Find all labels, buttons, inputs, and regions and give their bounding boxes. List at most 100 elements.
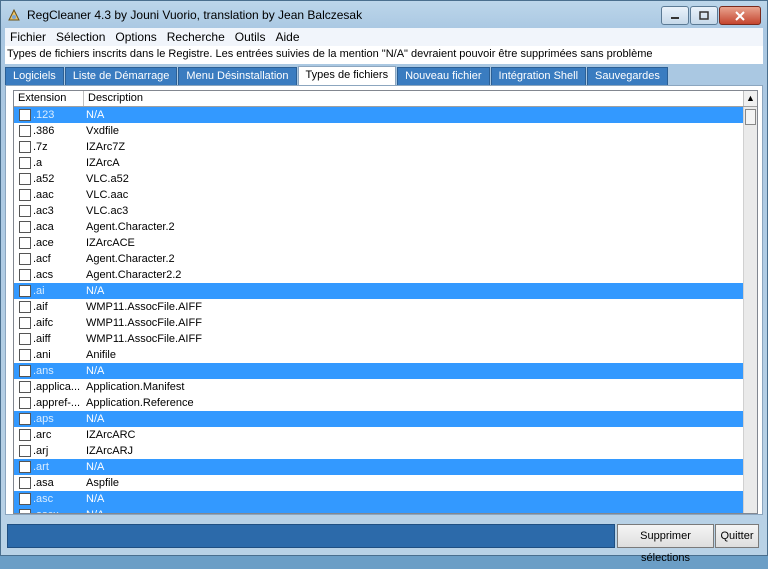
close-button[interactable] [719,6,761,25]
row-checkbox[interactable] [19,333,31,345]
row-extension: .acf [33,253,51,265]
row-checkbox[interactable] [19,349,31,361]
row-description: IZArcA [86,157,120,169]
scrollbar-thumb[interactable] [745,109,756,125]
menu-fichier[interactable]: Fichier [5,30,51,44]
list-item[interactable]: .aif WMP11.AssocFile.AIFF [14,299,744,315]
row-extension: .aifc [33,317,54,329]
quit-button[interactable]: Quitter [715,524,759,548]
menu-outils[interactable]: Outils [230,30,271,44]
list-item[interactable]: .arc IZArcARC [14,427,744,443]
row-checkbox[interactable] [19,509,31,513]
menu-bar: Fichier Sélection Options Recherche Outi… [5,28,763,46]
status-bar [7,524,615,548]
row-description: VLC.ac3 [86,205,129,217]
list-item[interactable]: .art N/A [14,459,744,475]
list-item[interactable]: .aac VLC.aac [14,187,744,203]
row-checkbox[interactable] [19,125,31,137]
row-description: VLC.aac [86,189,129,201]
row-checkbox[interactable] [19,365,31,377]
row-checkbox[interactable] [19,269,31,281]
minimize-button[interactable] [661,6,689,25]
tab-logiciels[interactable]: Logiciels [5,67,64,85]
row-extension: .acs [33,269,54,281]
column-header-description[interactable]: Description [84,91,744,106]
list-item[interactable]: .123 N/A [14,107,744,123]
column-header-extension[interactable]: Extension [14,91,84,106]
menu-recherche[interactable]: Recherche [162,30,230,44]
row-checkbox[interactable] [19,397,31,409]
scroll-up-icon[interactable]: ▲ [743,91,757,106]
row-description: WMP11.AssocFile.AIFF [86,317,202,329]
list-item[interactable]: .aiff WMP11.AssocFile.AIFF [14,331,744,347]
list-item[interactable]: .acs Agent.Character2.2 [14,267,744,283]
row-extension: .aca [33,221,54,233]
row-checkbox[interactable] [19,381,31,393]
row-checkbox[interactable] [19,461,31,473]
row-checkbox[interactable] [19,317,31,329]
list-item[interactable]: .asc N/A [14,491,744,507]
list-item[interactable]: .ac3 VLC.ac3 [14,203,744,219]
tab-liste-demarrage[interactable]: Liste de Démarrage [64,67,178,85]
row-checkbox[interactable] [19,429,31,441]
menu-aide[interactable]: Aide [270,30,304,44]
list-item[interactable]: .ace IZArcACE [14,235,744,251]
list-item[interactable]: .ani Anifile [14,347,744,363]
tab-menu-desinstallation[interactable]: Menu Désinstallation [178,67,297,85]
list-item[interactable]: .acf Agent.Character.2 [14,251,744,267]
row-checkbox[interactable] [19,301,31,313]
vertical-scrollbar[interactable] [743,107,757,513]
row-description: Agent.Character2.2 [86,269,182,281]
tab-nouveau-fichier[interactable]: Nouveau fichier [397,67,490,85]
tab-sauvegardes[interactable]: Sauvegardes [587,67,668,85]
row-checkbox[interactable] [19,109,31,121]
row-description: Vxdfile [86,125,120,137]
list-item[interactable]: .a52 VLC.a52 [14,171,744,187]
tab-integration-shell[interactable]: Intégration Shell [490,67,587,85]
list-item[interactable]: .aifc WMP11.AssocFile.AIFF [14,315,744,331]
row-checkbox[interactable] [19,253,31,265]
row-extension: .arj [33,445,49,457]
close-icon [735,10,745,21]
list-item[interactable]: .aca Agent.Character.2 [14,219,744,235]
row-checkbox[interactable] [19,285,31,297]
row-extension: .ace [33,237,54,249]
menu-options[interactable]: Options [110,30,161,44]
row-description: N/A [86,461,105,473]
row-description: Anifile [86,349,116,361]
row-extension: .a52 [33,173,55,185]
row-checkbox[interactable] [19,141,31,153]
row-checkbox[interactable] [19,413,31,425]
row-checkbox[interactable] [19,173,31,185]
row-checkbox[interactable] [19,477,31,489]
app-window: RegCleaner 4.3 by Jouni Vuorio, translat… [0,0,768,564]
row-checkbox[interactable] [19,205,31,217]
row-checkbox[interactable] [19,237,31,249]
list-item[interactable]: .a IZArcA [14,155,744,171]
list-item[interactable]: .asa Aspfile [14,475,744,491]
row-description: IZArcARJ [86,445,134,457]
row-checkbox[interactable] [19,189,31,201]
row-checkbox[interactable] [19,445,31,457]
row-checkbox[interactable] [19,157,31,169]
list-item[interactable]: .ai N/A [14,283,744,299]
list-item[interactable]: .7z IZArc7Z [14,139,744,155]
list-item[interactable]: .arj IZArcARJ [14,443,744,459]
row-description: N/A [86,507,104,513]
row-extension: .aac [33,189,54,201]
row-checkbox[interactable] [19,493,31,505]
row-extension: .a [33,157,43,169]
list-item[interactable]: .aps N/A [14,411,744,427]
row-checkbox[interactable] [19,221,31,233]
list-item[interactable]: .applica... Application.Manifest [14,379,744,395]
window-title: RegCleaner 4.3 by Jouni Vuorio, translat… [27,8,363,22]
tab-types-fichiers[interactable]: Types de fichiers [297,66,397,86]
list-item[interactable]: .ans N/A [14,363,744,379]
list-item[interactable]: .ascxN/A [14,507,744,513]
delete-selected-button[interactable]: Supprimer sélections [617,524,714,564]
list-item[interactable]: .appref-... Application.Reference [14,395,744,411]
menu-selection[interactable]: Sélection [51,30,110,44]
row-description: IZArc7Z [86,141,126,153]
list-item[interactable]: .386 Vxdfile [14,123,744,139]
maximize-button[interactable] [690,6,718,25]
